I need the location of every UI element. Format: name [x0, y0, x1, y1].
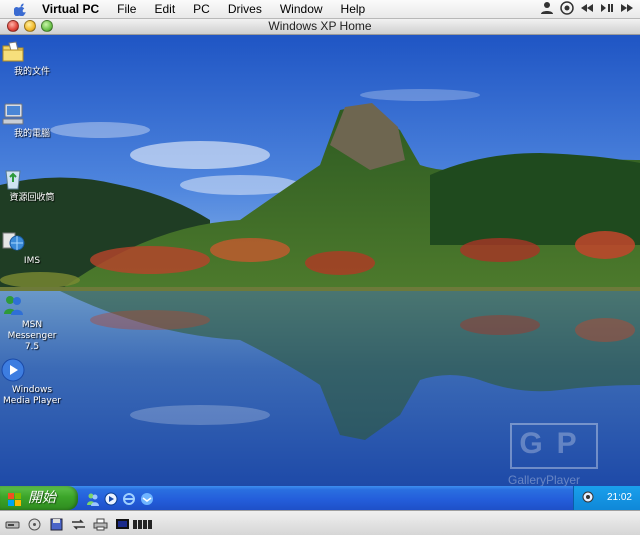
menu-drives[interactable]: Drives	[228, 2, 262, 16]
printer-icon[interactable]	[93, 516, 108, 531]
watermark-logo: GP	[519, 427, 591, 460]
apple-menu-icon[interactable]	[13, 2, 28, 17]
windows-flag-icon	[8, 491, 22, 506]
menu-file[interactable]: File	[117, 2, 136, 16]
network-icon[interactable]	[71, 516, 86, 530]
mac-menu-bar: Virtual PC File Edit PC Drives Window He…	[0, 0, 640, 19]
app-menu-virtual-pc[interactable]: Virtual PC	[42, 2, 99, 16]
menu-help[interactable]: Help	[341, 2, 366, 16]
display-icon[interactable]	[115, 516, 130, 529]
ims-icon	[2, 228, 45, 254]
desktop-icon-label: 我的電腦	[13, 129, 50, 139]
media-player-icon	[1, 357, 45, 383]
desktop-icon-label: 我的文件	[13, 67, 50, 77]
window-title-bar[interactable]: Windows XP Home	[0, 19, 640, 35]
my-documents-icon	[2, 39, 45, 65]
menu-edit[interactable]: Edit	[154, 2, 175, 16]
rewind-icon[interactable]	[580, 1, 594, 15]
quicklaunch-internet-explorer-icon[interactable]	[122, 491, 136, 505]
cd-drive-icon[interactable]	[27, 516, 42, 531]
hard-disk-icon[interactable]	[5, 516, 20, 529]
desktop-icon-recycle-bin[interactable]: 資源回收筒	[0, 165, 64, 204]
msn-messenger-icon	[4, 292, 45, 318]
desktop[interactable]: 我的文件 我的電腦 資源回收筒 IMS MSN Messenger 7.5 Wi…	[0, 35, 640, 486]
desktop-icon-label: Windows Media Player	[3, 385, 61, 406]
desktop-icon-ims[interactable]: IMS	[0, 228, 64, 267]
menu-pc[interactable]: PC	[193, 2, 210, 16]
start-label: 開始	[28, 490, 56, 506]
system-tray: 21:02	[573, 486, 640, 510]
play-pause-icon[interactable]	[600, 1, 614, 15]
taskbar: 開始 21:02	[0, 486, 640, 510]
desktop-icon-my-computer[interactable]: 我的電腦	[0, 101, 64, 140]
menu-extras	[540, 1, 634, 15]
recycle-bin-icon	[5, 165, 45, 191]
quicklaunch-msn-messenger-icon[interactable]	[86, 491, 100, 506]
vpc-status-bar	[0, 510, 640, 535]
desktop-wallpaper	[0, 35, 640, 486]
start-button[interactable]: 開始	[0, 486, 78, 510]
desktop-icon-label: IMS	[23, 256, 41, 266]
watermark-text: GalleryPlayer	[508, 473, 581, 486]
desktop-icon-media-player[interactable]: Windows Media Player	[0, 357, 64, 407]
fast-forward-icon[interactable]	[620, 1, 634, 15]
my-computer-icon	[2, 101, 45, 127]
user-icon[interactable]	[540, 1, 554, 15]
desktop-icon-label: 資源回收筒	[9, 193, 55, 203]
performance-meter-icon	[133, 516, 155, 529]
menu-window[interactable]: Window	[280, 2, 323, 16]
floppy-icon[interactable]	[49, 516, 64, 531]
desktop-icon-msn-messenger[interactable]: MSN Messenger 7.5	[0, 292, 64, 353]
status-icon[interactable]	[560, 1, 574, 15]
desktop-icon-label: MSN Messenger 7.5	[7, 320, 57, 352]
quicklaunch-media-player-icon[interactable]	[104, 491, 118, 506]
quicklaunch-outlook-express-icon[interactable]	[140, 491, 154, 505]
tray-status-icon[interactable]	[582, 491, 594, 503]
taskbar-clock[interactable]: 21:02	[607, 492, 632, 503]
desktop-icon-my-documents[interactable]: 我的文件	[0, 39, 64, 78]
window-title: Windows XP Home	[268, 19, 372, 33]
